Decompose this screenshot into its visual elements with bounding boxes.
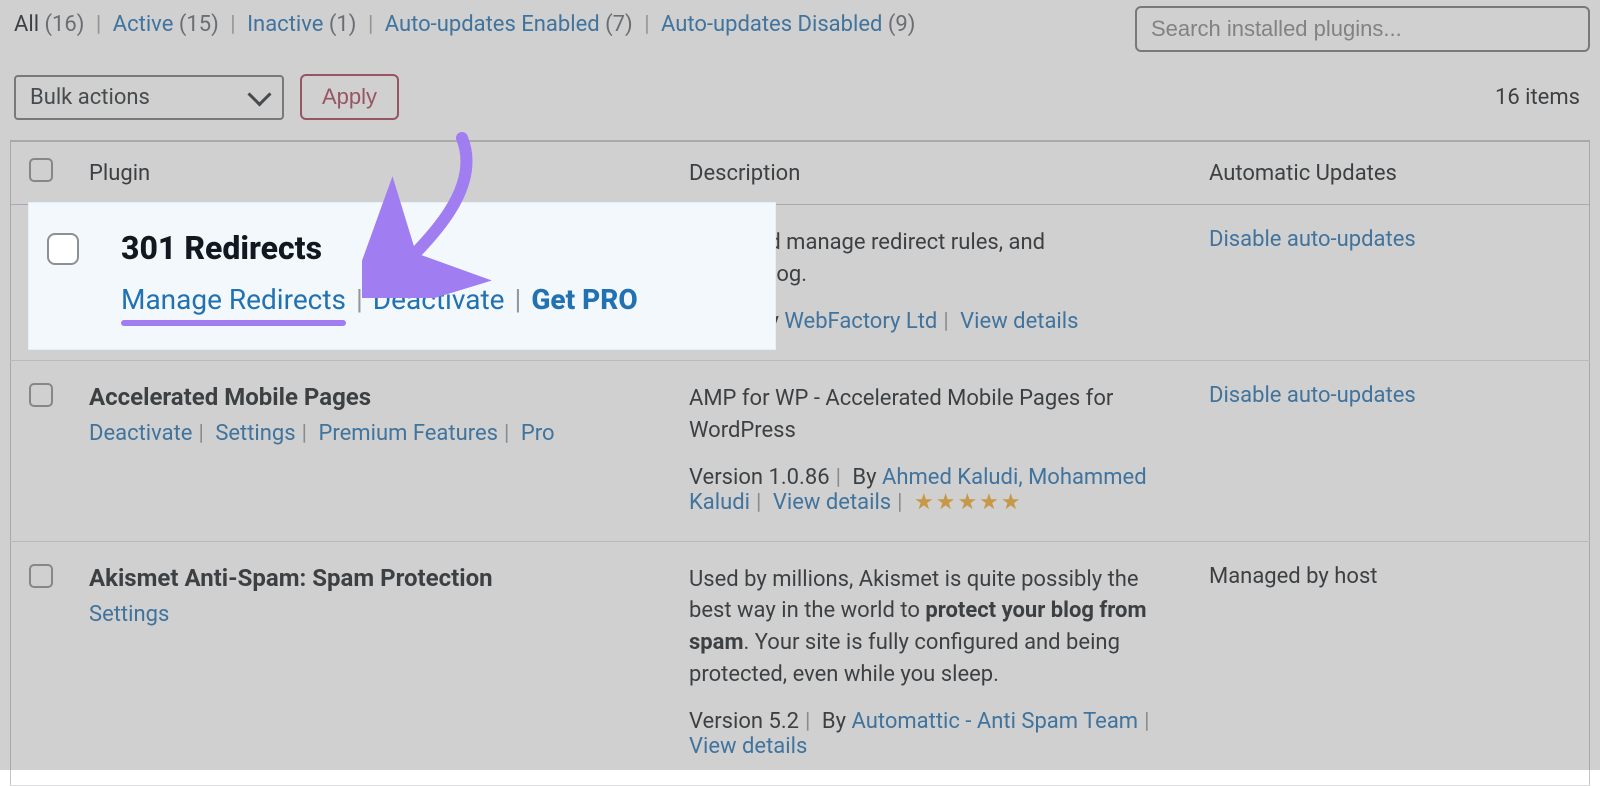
plugin-name: Accelerated Mobile Pages [89,383,653,411]
items-count: 16 items [1495,85,1586,110]
column-automatic-updates[interactable]: Automatic Updates [1191,141,1590,205]
bulk-actions-value: Bulk actions [30,85,150,110]
filter-autoupdates-enabled-count: (7) [605,12,633,37]
premium-features-link[interactable]: Premium Features [319,421,498,446]
bulk-actions-select[interactable]: Bulk actions [14,75,284,120]
star-rating-icon: ★★★★★ [914,490,1023,515]
column-description[interactable]: Description [671,141,1191,205]
search-plugins-box [1135,6,1590,52]
view-details-link[interactable]: View details [689,734,807,759]
plugin-name: 301 Redirects [121,229,751,267]
row-checkbox[interactable] [47,233,79,265]
filter-inactive-link[interactable]: Inactive [247,12,323,37]
view-details-link[interactable]: View details [960,309,1078,334]
plugin-status-filters: All (16) | Active (15) | Inactive (1) | … [10,6,915,37]
plugin-author-link[interactable]: WebFactory Ltd [784,309,937,334]
filter-all-label[interactable]: All [14,12,39,37]
select-all-checkbox[interactable] [29,158,53,182]
filter-active-count: (15) [179,12,219,37]
filter-autoupdates-disabled-link[interactable]: Auto-updates Disabled [661,12,882,37]
filter-autoupdates-enabled-link[interactable]: Auto-updates Enabled [385,12,600,37]
apply-button[interactable]: Apply [300,74,399,120]
filter-all-count: (16) [45,12,85,37]
disable-auto-updates-link[interactable]: Disable auto-updates [1209,227,1416,252]
filter-sep: | [90,12,107,37]
plugin-actions: Manage Redirects|Deactivate|Get PRO [121,283,751,316]
plugin-description: AMP for WP - Accelerated Mobile Pages fo… [689,383,1173,447]
filter-autoupdates-disabled-count: (9) [888,12,916,37]
table-row: Akismet Anti-Spam: Spam Protection Setti… [11,541,1590,786]
disable-auto-updates-link[interactable]: Disable auto-updates [1209,383,1416,408]
manage-redirects-link[interactable]: Manage Redirects [121,283,346,316]
column-plugin[interactable]: Plugin [71,141,671,205]
view-details-link[interactable]: View details [773,490,891,515]
plugin-actions: Deactivate| Settings| Premium Features| … [89,421,653,446]
settings-link[interactable]: Settings [215,421,295,446]
auto-update-status: Managed by host [1209,564,1378,589]
get-pro-link[interactable]: Get PRO [531,283,637,316]
plugin-actions: Settings [89,602,653,627]
pro-link[interactable]: Pro [521,421,555,446]
table-row: Accelerated Mobile Pages Deactivate| Set… [11,360,1590,541]
filter-active-link[interactable]: Active [113,12,174,37]
plugin-description: Used by millions, Akismet is quite possi… [689,564,1173,692]
highlighted-plugin-row: 301 Redirects Manage Redirects|Deactivat… [28,202,776,350]
deactivate-link[interactable]: Deactivate [89,421,192,446]
filter-inactive-count: (1) [329,12,357,37]
plugin-name: Akismet Anti-Spam: Spam Protection [89,564,653,592]
plugin-meta: Version 1.0.86| By Ahmed Kaludi, Mohamme… [689,465,1173,515]
plugin-author-link[interactable]: Automattic - Anti Spam Team [851,709,1138,734]
deactivate-link[interactable]: Deactivate [373,283,505,316]
row-checkbox[interactable] [29,383,53,407]
search-plugins-input[interactable] [1135,6,1590,52]
plugin-meta: Version 5.2| By Automattic - Anti Spam T… [689,709,1173,759]
row-checkbox[interactable] [29,564,53,588]
settings-link[interactable]: Settings [89,602,169,627]
